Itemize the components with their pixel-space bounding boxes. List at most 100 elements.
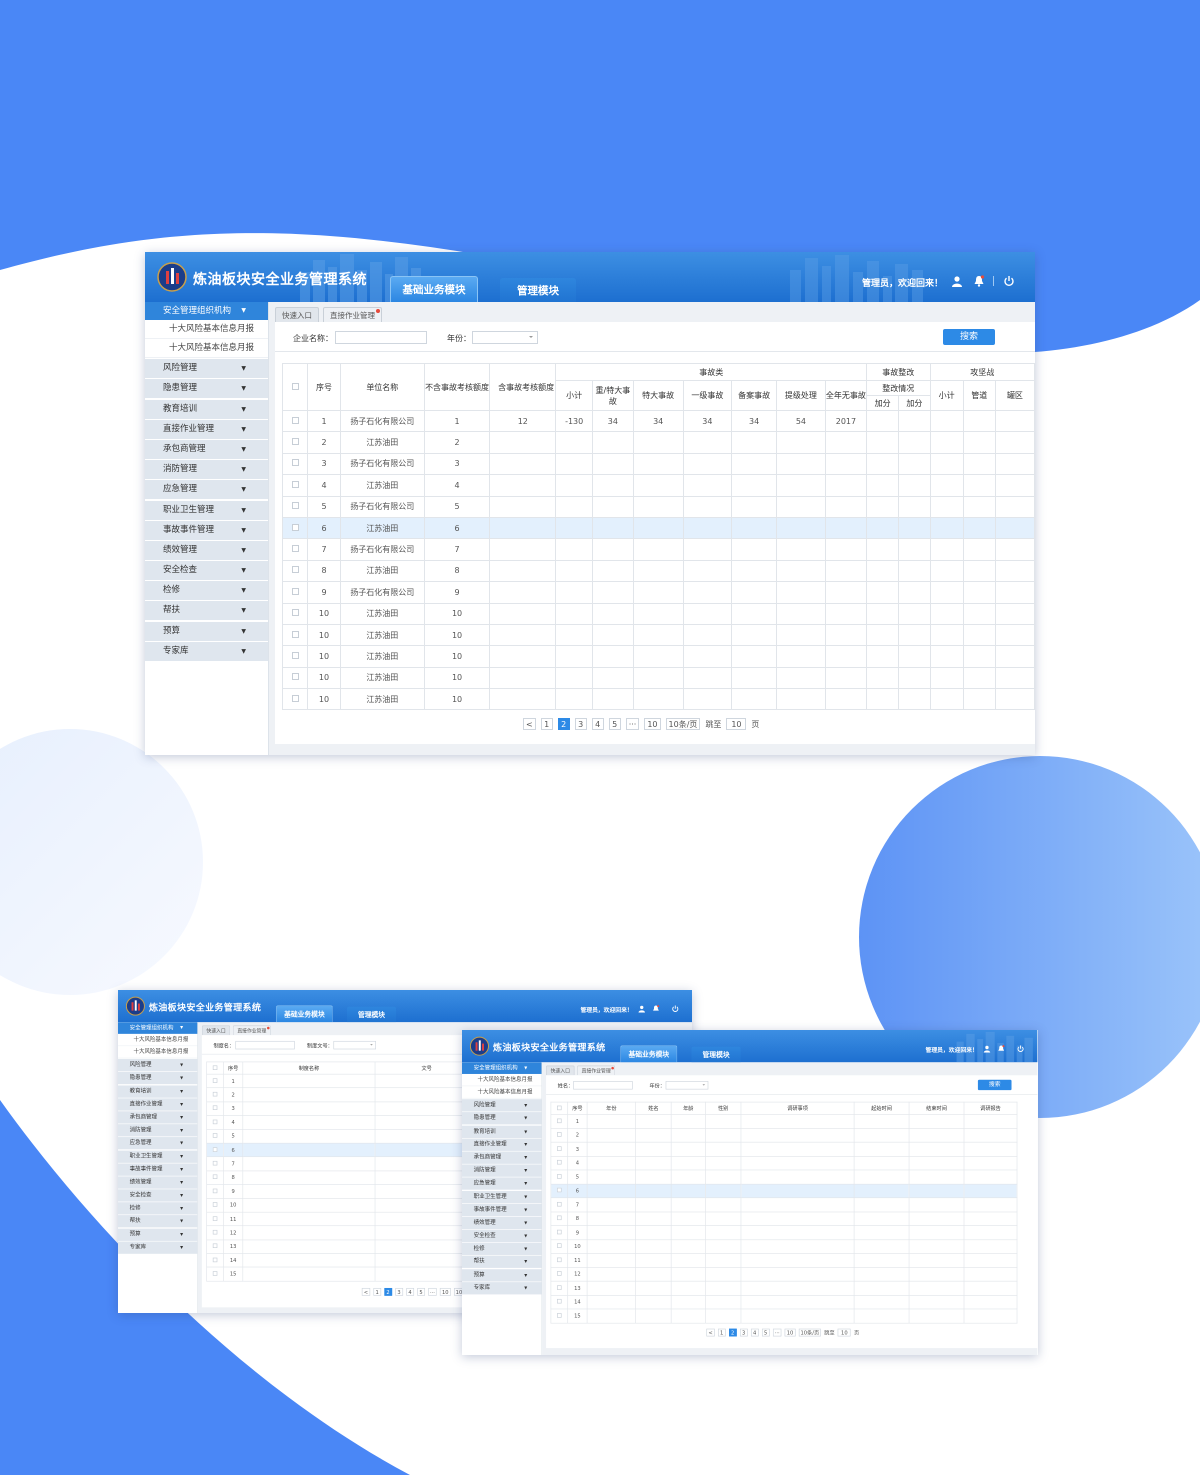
notification-bell-icon[interactable] bbox=[997, 1045, 1005, 1053]
last-page-button[interactable]: 10 bbox=[644, 718, 661, 730]
close-dot-icon[interactable] bbox=[611, 1066, 614, 1070]
table-row[interactable]: 13 bbox=[550, 1280, 1018, 1296]
year-select[interactable] bbox=[665, 1081, 709, 1090]
row-checkbox[interactable] bbox=[206, 1087, 224, 1103]
sidebar-item[interactable]: 事故事件管理 ▼ bbox=[462, 1203, 542, 1216]
sidebar-item[interactable]: 承包商管理 ▼ bbox=[462, 1151, 542, 1164]
row-checkbox[interactable] bbox=[281, 688, 309, 711]
row-checkbox[interactable] bbox=[550, 1280, 569, 1296]
crumb-direct-operation[interactable]: 直接作业管理 bbox=[232, 1025, 271, 1036]
row-checkbox[interactable] bbox=[550, 1114, 569, 1129]
sidebar-item[interactable]: 绩效管理 ▼ bbox=[118, 1176, 198, 1189]
sidebar-head-safety-org[interactable]: 安全管理组织机构 ▼ bbox=[462, 1062, 542, 1074]
regulation-number-select[interactable] bbox=[333, 1040, 376, 1050]
table-row[interactable]: 2 江苏油田 2 bbox=[281, 431, 1035, 454]
row-checkbox[interactable] bbox=[281, 431, 309, 454]
row-checkbox[interactable] bbox=[206, 1211, 224, 1227]
sidebar-head-safety-org[interactable]: 安全管理组织机构 ▼ bbox=[145, 302, 268, 320]
sidebar-item[interactable]: 安全检查 ▼ bbox=[118, 1189, 198, 1202]
table-row[interactable]: 3 扬子石化有限公司 3 bbox=[281, 452, 1035, 476]
sidebar-item[interactable]: 应急管理 ▼ bbox=[118, 1137, 198, 1150]
page-button[interactable]: 5 bbox=[608, 718, 621, 730]
row-checkbox[interactable] bbox=[281, 623, 309, 647]
select-all-checkbox[interactable] bbox=[206, 1061, 224, 1075]
sidebar-item[interactable]: 直接作业管理 ▼ bbox=[462, 1138, 542, 1151]
sidebar-item[interactable]: 消防管理 ▼ bbox=[145, 460, 268, 480]
notification-bell-icon[interactable] bbox=[652, 1005, 660, 1013]
page-button[interactable]: 1 bbox=[717, 1328, 726, 1337]
page-button[interactable]: 2 bbox=[557, 718, 570, 730]
row-checkbox[interactable] bbox=[550, 1155, 569, 1171]
table-row[interactable]: 4 江苏油田 4 bbox=[281, 474, 1035, 497]
page-button[interactable]: 4 bbox=[406, 1287, 414, 1296]
sidebar-item[interactable]: 职业卫生管理 ▼ bbox=[462, 1190, 542, 1203]
row-checkbox[interactable] bbox=[550, 1183, 569, 1199]
sidebar-item[interactable]: 预算 ▼ bbox=[145, 621, 268, 641]
page-ellipsis[interactable]: ··· bbox=[772, 1328, 782, 1337]
row-checkbox[interactable] bbox=[206, 1101, 224, 1116]
year-select[interactable] bbox=[472, 331, 538, 344]
notification-bell-icon[interactable] bbox=[973, 275, 985, 287]
table-row[interactable]: 5 扬子石化有限公司 5 bbox=[281, 495, 1035, 518]
power-icon[interactable] bbox=[1003, 275, 1015, 287]
power-icon[interactable] bbox=[1017, 1045, 1025, 1053]
row-checkbox[interactable] bbox=[281, 474, 309, 497]
sidebar-item[interactable]: 隐患管理 ▼ bbox=[145, 379, 268, 399]
table-row[interactable]: 10 江苏油田 10 bbox=[281, 602, 1035, 625]
crumb-quick-entry[interactable]: 快速入口 bbox=[275, 307, 319, 322]
sidebar-item[interactable]: 教育培训 ▼ bbox=[118, 1085, 198, 1098]
search-button[interactable]: 搜索 bbox=[977, 1079, 1012, 1091]
table-row[interactable]: 10 江苏油田 10 bbox=[281, 688, 1035, 711]
row-checkbox[interactable] bbox=[206, 1198, 224, 1213]
table-row[interactable]: 1 bbox=[550, 1114, 1018, 1129]
sidebar-subitem[interactable]: 十大风险基本信息月报 bbox=[118, 1034, 198, 1047]
sidebar-item[interactable]: 教育培训 ▼ bbox=[145, 399, 268, 419]
sidebar-item[interactable]: 预算 ▼ bbox=[118, 1228, 198, 1241]
row-checkbox[interactable] bbox=[206, 1115, 224, 1130]
table-row[interactable]: 6 江苏油田 6 bbox=[281, 516, 1035, 540]
prev-page-button[interactable]: < bbox=[706, 1328, 715, 1337]
sidebar-item[interactable]: 预算 ▼ bbox=[462, 1268, 542, 1282]
row-checkbox[interactable] bbox=[206, 1184, 224, 1199]
table-row[interactable]: 4 bbox=[550, 1155, 1018, 1171]
sidebar-item[interactable]: 隐患管理 ▼ bbox=[462, 1112, 542, 1125]
crumb-direct-operation[interactable]: 直接作业管理 bbox=[577, 1065, 616, 1076]
row-checkbox[interactable] bbox=[281, 602, 309, 625]
sidebar-item[interactable]: 检修 ▼ bbox=[462, 1242, 542, 1256]
table-row[interactable]: 5 bbox=[550, 1169, 1018, 1185]
sidebar-subitem[interactable]: 十大风险基本信息月报 bbox=[462, 1086, 542, 1099]
per-page-select[interactable]: 10条/页 bbox=[665, 718, 701, 730]
page-button[interactable]: 4 bbox=[750, 1328, 759, 1337]
tab-management[interactable]: 管理模块 bbox=[500, 278, 576, 302]
tab-management[interactable]: 管理模块 bbox=[346, 1006, 396, 1023]
user-icon[interactable] bbox=[638, 1005, 646, 1013]
sidebar-item[interactable]: 帮扶 ▼ bbox=[462, 1255, 542, 1269]
page-button[interactable]: 3 bbox=[739, 1328, 748, 1337]
row-checkbox[interactable] bbox=[281, 581, 309, 604]
sidebar-item[interactable]: 承包商管理 ▼ bbox=[145, 439, 268, 459]
crumb-quick-entry[interactable]: 快速入口 bbox=[546, 1065, 575, 1076]
sidebar-item[interactable]: 风险管理 ▼ bbox=[145, 359, 268, 379]
name-input[interactable] bbox=[573, 1081, 633, 1090]
sidebar-item[interactable]: 承包商管理 ▼ bbox=[118, 1111, 198, 1124]
sidebar-item[interactable]: 职业卫生管理 ▼ bbox=[118, 1150, 198, 1163]
prev-page-button[interactable]: < bbox=[361, 1287, 371, 1296]
table-row[interactable]: 10 江苏油田 10 bbox=[281, 645, 1035, 668]
page-button[interactable]: 3 bbox=[395, 1287, 403, 1296]
sidebar-item[interactable]: 隐患管理 ▼ bbox=[118, 1072, 198, 1085]
sidebar-subitem[interactable]: 十大风险基本信息月报 bbox=[145, 339, 268, 358]
page-button[interactable]: 2 bbox=[728, 1328, 737, 1337]
table-row[interactable]: 7 bbox=[550, 1197, 1018, 1212]
row-checkbox[interactable] bbox=[281, 409, 309, 433]
sidebar-item[interactable]: 绩效管理 ▼ bbox=[145, 540, 268, 560]
sidebar-subitem[interactable]: 十大风险基本信息月报 bbox=[462, 1074, 542, 1087]
row-checkbox[interactable] bbox=[550, 1294, 569, 1310]
sidebar-item[interactable]: 消防管理 ▼ bbox=[462, 1164, 542, 1177]
table-row[interactable]: 7 扬子石化有限公司 7 bbox=[281, 538, 1035, 561]
page-button[interactable]: 1 bbox=[373, 1287, 381, 1296]
page-ellipsis[interactable]: ··· bbox=[428, 1287, 437, 1296]
tab-basic-business[interactable]: 基础业务模块 bbox=[620, 1045, 678, 1063]
page-button[interactable]: 1 bbox=[540, 718, 553, 730]
sidebar-item[interactable]: 事故事件管理 ▼ bbox=[118, 1163, 198, 1176]
select-all-checkbox[interactable] bbox=[281, 363, 309, 411]
